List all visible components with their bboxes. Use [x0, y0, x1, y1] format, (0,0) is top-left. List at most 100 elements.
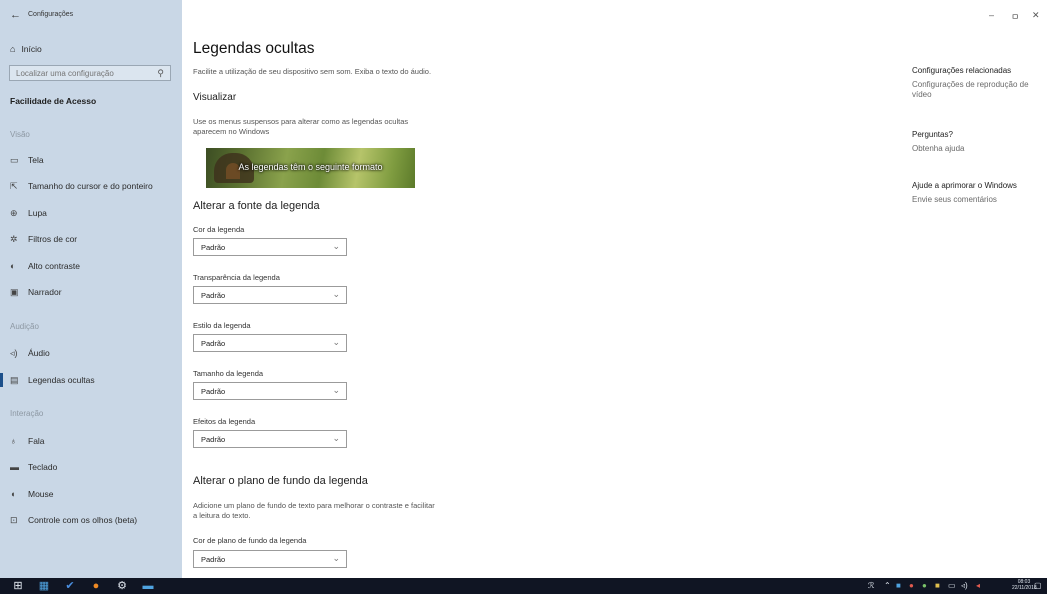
chevron-down-icon: ⌄	[332, 553, 340, 563]
dropdown-value: Padrão	[201, 555, 226, 564]
close-button[interactable]: ✕	[1032, 10, 1040, 21]
caption-size-dropdown[interactable]: Padrão ⌄	[193, 382, 347, 400]
sidebar-item-label: Filtros de cor	[28, 234, 78, 244]
mail-icon[interactable]: ▬	[142, 580, 154, 592]
caption-size-label: Tamanho da legenda	[193, 369, 264, 378]
language-icon[interactable]: ◂	[976, 581, 980, 590]
task-app-icon[interactable]: ✔	[64, 580, 76, 592]
sidebar-item-closed-captions[interactable]: ▤ Legendas ocultas	[0, 373, 95, 387]
main-content: Legendas ocultas Facilite a utilização d…	[193, 0, 873, 578]
page-title: Legendas ocultas	[193, 40, 315, 57]
restore-button[interactable]: ㅁ	[1011, 10, 1019, 23]
sidebar-item-eye-control[interactable]: ⊡ Controle com os olhos (beta)	[10, 513, 137, 527]
chevron-down-icon: ⌄	[332, 289, 340, 299]
questions-heading: Perguntas?	[912, 130, 953, 139]
group-label-vision: Visão	[10, 130, 30, 139]
caption-background-color-dropdown[interactable]: Padrão ⌄	[193, 550, 347, 568]
chevron-down-icon: ⌄	[332, 385, 340, 395]
sidebar-item-home[interactable]: ⌂ Início	[10, 42, 42, 56]
caption-transparency-dropdown[interactable]: Padrão ⌄	[193, 286, 347, 304]
sidebar-item-audio[interactable]: ◃) Áudio	[10, 346, 50, 360]
font-section-heading: Alterar a fonte da legenda	[193, 200, 320, 212]
chevron-down-icon: ⌄	[332, 241, 340, 251]
contrast-icon: ◐	[10, 261, 16, 271]
sidebar-item-label: Controle com os olhos (beta)	[28, 515, 138, 525]
sidebar-item-label: Tela	[28, 155, 44, 165]
tray-app-icon[interactable]: ●	[909, 581, 914, 590]
chevron-down-icon: ⌄	[332, 337, 340, 347]
microphone-icon: ♁	[10, 436, 17, 446]
search-input[interactable]	[10, 66, 170, 80]
speaker-icon: ◃)	[10, 347, 18, 358]
sidebar-item-magnifier[interactable]: ⊕ Lupa	[10, 206, 47, 220]
sidebar: ← Configurações ⌂ Início ⚲ Facilidade de…	[0, 0, 182, 578]
caption-preview-image: As legendas têm o seguinte formato	[206, 148, 415, 188]
dropdown-value: Padrão	[201, 339, 226, 348]
group-label-hearing: Audição	[10, 322, 39, 331]
sidebar-item-narrator[interactable]: ▣ Narrador	[10, 285, 62, 299]
volume-icon[interactable]: ◃)	[961, 581, 968, 590]
video-playback-link[interactable]: Configurações de reprodução de vídeo	[912, 80, 1042, 100]
chevron-down-icon: ⌄	[332, 433, 340, 443]
captions-icon: ▤	[10, 374, 19, 385]
start-icon[interactable]: ⊞	[12, 580, 24, 592]
sidebar-item-label: Legendas ocultas	[28, 375, 95, 385]
dropdown-value: Padrão	[201, 435, 226, 444]
search-box[interactable]: ⚲	[9, 65, 171, 81]
sidebar-item-label: Narrador	[28, 287, 62, 297]
sidebar-item-display[interactable]: ▭ Tela	[10, 153, 44, 167]
clock-date: 22/11/2018	[1012, 585, 1037, 591]
sidebar-item-color-filters[interactable]: ✲ Filtros de cor	[10, 232, 77, 246]
related-settings: Configurações relacionadas Configurações…	[912, 66, 1042, 100]
get-help-link[interactable]: Obtenha ajuda	[912, 144, 1042, 154]
home-icon: ⌂	[10, 44, 16, 54]
related-heading: Configurações relacionadas	[912, 66, 1012, 75]
tray-app-icon[interactable]: ●	[922, 581, 927, 590]
sidebar-item-label: Áudio	[28, 348, 50, 358]
caption-color-label: Cor da legenda	[193, 225, 245, 234]
preview-description: Use os menus suspensos para alterar como…	[193, 117, 409, 136]
network-icon[interactable]: ▭	[948, 581, 956, 590]
minimize-button[interactable]: –	[989, 10, 994, 20]
background-section-description: Adicione um plano de fundo de texto para…	[193, 501, 435, 520]
tray-app-icon[interactable]: ■	[935, 581, 940, 590]
settings-gear-icon[interactable]: ⚙	[116, 580, 128, 592]
send-feedback-link[interactable]: Envie seus comentários	[912, 195, 1042, 205]
clock[interactable]: 08:03 22/11/2018	[1012, 579, 1037, 591]
tray-app-icon[interactable]: ■	[896, 581, 901, 590]
feedback-block: Ajude a aprimorar o Windows Envie seus c…	[912, 181, 1042, 205]
sidebar-item-label: Início	[21, 44, 42, 54]
sidebar-item-label: Lupa	[28, 208, 47, 218]
app-title: Configurações	[28, 11, 74, 18]
eye-control-icon: ⊡	[10, 514, 18, 525]
sidebar-item-label: Alto contraste	[28, 261, 80, 271]
color-filter-icon: ✲	[10, 233, 18, 244]
mouse-icon: ◖	[10, 489, 16, 499]
sidebar-item-speech[interactable]: ♁ Fala	[10, 434, 45, 448]
dropdown-value: Padrão	[201, 243, 226, 252]
page-description: Facilite a utilização de seu dispositivo…	[193, 67, 432, 76]
caption-transparency-label: Transparência da legenda	[193, 273, 280, 282]
sidebar-item-label: Teclado	[28, 462, 58, 472]
caption-effects-dropdown[interactable]: Padrão ⌄	[193, 430, 347, 448]
group-label-interaction: Interação	[10, 409, 44, 418]
file-explorer-icon[interactable]: ▦	[38, 580, 50, 592]
notifications-icon[interactable]: ▢	[1034, 581, 1042, 590]
caption-style-dropdown[interactable]: Padrão ⌄	[193, 334, 347, 352]
questions-block: Perguntas? Obtenha ajuda	[912, 130, 1042, 154]
sidebar-item-cursor-pointer[interactable]: ⇱ Tamanho do cursor e do ponteiro	[10, 179, 153, 193]
narrator-icon: ▣	[10, 286, 19, 297]
accessibility-tray-icon[interactable]: ℛ	[868, 581, 874, 590]
sidebar-item-mouse[interactable]: ◖ Mouse	[10, 487, 54, 501]
preview-caption-text: As legendas têm o seguinte formato	[238, 162, 383, 172]
magnifier-icon: ⊕	[10, 207, 18, 218]
firefox-icon[interactable]: ●	[90, 580, 102, 592]
caption-color-dropdown[interactable]: Padrão ⌄	[193, 238, 347, 256]
sidebar-item-keyboard[interactable]: ▬ Teclado	[10, 460, 57, 474]
dropdown-value: Padrão	[201, 291, 226, 300]
chevron-up-icon[interactable]: ⌃	[884, 581, 891, 590]
sidebar-item-high-contrast[interactable]: ◐ Alto contraste	[10, 259, 80, 273]
sidebar-item-label: Mouse	[28, 489, 54, 499]
section-title: Facilidade de Acesso	[10, 96, 97, 106]
back-button[interactable]: ←	[10, 9, 21, 21]
